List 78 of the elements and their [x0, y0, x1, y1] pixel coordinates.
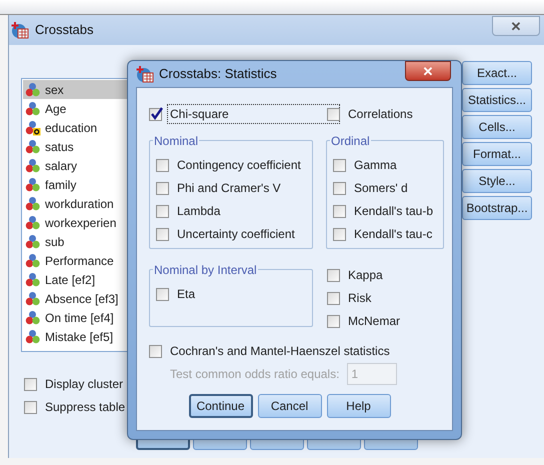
- dialog-button[interactable]: Format...: [462, 142, 532, 166]
- variable-icon: [25, 234, 41, 250]
- variable-item[interactable]: satus: [23, 137, 128, 156]
- checkbox-label: McNemar: [347, 313, 402, 330]
- window-title: Crosstabs: [35, 21, 94, 40]
- checkbox[interactable]: [149, 108, 162, 120]
- variable-icon: [25, 272, 41, 288]
- checkbox-label: Eta: [176, 286, 196, 303]
- checkbox[interactable]: [333, 182, 346, 194]
- variable-item[interactable]: workduration: [23, 194, 128, 213]
- checkbox[interactable]: [327, 314, 340, 328]
- dialog-button[interactable]: Cells...: [462, 115, 532, 139]
- variable-item[interactable]: education: [23, 118, 128, 137]
- variable-icon: [25, 214, 41, 230]
- variable-item[interactable]: Late [ef2]: [23, 270, 128, 289]
- field-label: Test common odds ratio equals:: [170, 366, 340, 383]
- dialog-title: Crosstabs: Statistics: [159, 65, 277, 84]
- checkbox[interactable]: [327, 292, 340, 304]
- close-button[interactable]: ✕: [492, 16, 540, 36]
- checkbox-label: Correlations: [347, 106, 414, 123]
- variable-item[interactable]: Mistake [ef5]: [23, 327, 128, 346]
- checkbox-label: Contingency coefficient: [176, 157, 302, 174]
- checkmark-icon: [150, 106, 164, 120]
- checkbox[interactable]: [24, 378, 37, 390]
- dialog-button[interactable]: Help: [326, 394, 390, 418]
- variable-item[interactable]: sub: [23, 232, 128, 251]
- variable-item[interactable]: Age: [23, 99, 128, 118]
- variable-icon: [25, 176, 41, 192]
- variable-item[interactable]: family: [23, 175, 128, 194]
- checkbox-label: Display cluster: [44, 376, 124, 393]
- checkbox-label: Phi and Cramer's V: [176, 180, 282, 197]
- dialog-button[interactable]: Cancel: [258, 394, 322, 418]
- variable-icon: [25, 138, 41, 154]
- variable-item[interactable]: Absence [ef3]: [23, 289, 128, 308]
- string-variable-icon: [25, 120, 41, 136]
- dialog-button[interactable]: Statistics...: [462, 88, 532, 112]
- checkbox[interactable]: [327, 268, 340, 282]
- checkbox[interactable]: [333, 228, 346, 240]
- checkbox[interactable]: [156, 158, 169, 172]
- checkbox[interactable]: [24, 400, 37, 414]
- variable-item[interactable]: salary: [23, 156, 128, 175]
- variable-item[interactable]: Performance: [23, 251, 128, 270]
- variable-icon: [25, 100, 41, 116]
- checkbox-label: Risk: [347, 290, 372, 307]
- variable-icon: [25, 82, 41, 98]
- checkbox[interactable]: [333, 158, 346, 172]
- dialog-button[interactable]: Exact...: [462, 61, 532, 85]
- app-icon: [136, 65, 154, 83]
- checkbox-label: Cochran's and Mantel-Haenszel statistics: [169, 343, 391, 360]
- variable-icon: [25, 290, 41, 306]
- variable-icon: [25, 196, 41, 212]
- checkbox-label: Kendall's tau-c: [353, 226, 434, 243]
- checkbox-label: Suppress table: [44, 399, 126, 416]
- app-icon: [11, 21, 29, 39]
- checkbox[interactable]: [156, 182, 169, 194]
- checkbox[interactable]: [156, 228, 169, 240]
- dialog-button[interactable]: Style...: [462, 169, 532, 193]
- dialog-button[interactable]: Bootstrap...: [462, 196, 532, 220]
- variable-icon: [25, 252, 41, 268]
- checkbox[interactable]: [156, 288, 169, 300]
- checkbox-label: Chi-square: [168, 105, 339, 123]
- checkbox-label: Kendall's tau-b: [353, 203, 434, 220]
- checkbox-label: Lambda: [176, 203, 222, 220]
- variable-icon: [25, 328, 41, 344]
- dialog-button[interactable]: Continue: [188, 394, 252, 418]
- checkbox[interactable]: [333, 204, 346, 218]
- checkbox[interactable]: [327, 108, 340, 120]
- variable-icon: [25, 310, 41, 326]
- variable-icon: [25, 158, 41, 174]
- checkbox-label: Uncertainty coefficient: [176, 226, 296, 243]
- variable-item[interactable]: sex: [23, 80, 128, 99]
- checkbox[interactable]: [156, 204, 169, 218]
- checkbox-label: Somers' d: [353, 180, 409, 197]
- checkbox-label: Gamma: [353, 157, 398, 174]
- variable-item[interactable]: On time [ef4]: [23, 308, 128, 327]
- variable-item[interactable]: workexperien: [23, 213, 128, 232]
- checkbox-label: Kappa: [347, 267, 384, 284]
- checkbox[interactable]: [149, 344, 162, 358]
